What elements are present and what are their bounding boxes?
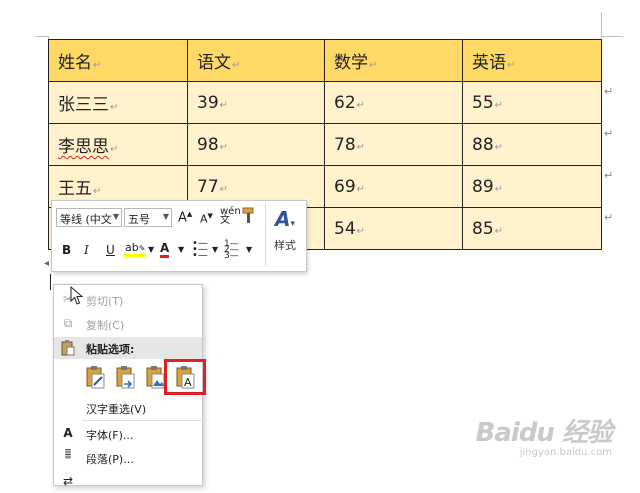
table-header-row: 姓名↵ 语文↵ 数学↵ 英语↵ <box>48 39 602 82</box>
phonetic-guide-icon[interactable]: wén 文 <box>220 207 241 226</box>
bullets-icon[interactable]: •— •— •— <box>192 239 208 261</box>
menu-item-copy[interactable]: ⧉ 复制(C) <box>54 313 202 335</box>
watermark: Baidu 经验 jingyan.baidu.com <box>475 412 613 458</box>
underline-button[interactable]: U <box>106 243 115 257</box>
paste-options-header: 粘贴选项: <box>54 337 202 359</box>
paragraph-mark: ◂ <box>44 258 50 269</box>
text-caret <box>50 274 51 290</box>
table-cell[interactable]: 张三三↵ <box>48 81 188 124</box>
chevron-down-icon: ▼ <box>112 212 119 221</box>
margin-guide <box>36 36 48 37</box>
menu-item-paragraph[interactable]: ≡ ≡ 段落(P)... <box>54 447 202 469</box>
header-cell[interactable]: 数学↵ <box>324 39 463 82</box>
table-cell[interactable]: 55↵ <box>462 81 602 124</box>
font-name-select[interactable]: 等线 (中文 ▼ <box>56 208 122 227</box>
mouse-pointer-icon <box>70 286 84 305</box>
end-of-row-mark: ↵ <box>604 85 614 98</box>
highlight-color-icon[interactable]: ab✎ <box>124 241 147 257</box>
table-cell[interactable]: 88↵ <box>462 123 602 166</box>
table-cell[interactable]: 李思思↵ <box>48 123 188 166</box>
numbering-icon[interactable]: 1— 2— 3— <box>224 240 239 261</box>
paste-keep-source-formatting-icon[interactable] <box>84 365 108 391</box>
table-row: 李思思↵ 98↵ 78↵ 88↵ <box>48 123 602 166</box>
chevron-down-icon[interactable]: ▼ <box>212 245 218 254</box>
table-cell[interactable]: 62↵ <box>324 81 463 124</box>
header-cell[interactable]: 语文↵ <box>187 39 325 82</box>
format-painter-icon[interactable] <box>242 207 258 228</box>
menu-item-reconvert[interactable]: 汉字重选(V) <box>54 397 202 419</box>
font-size-select[interactable]: 五号 ▼ <box>124 208 172 227</box>
header-cell[interactable]: 姓名↵ <box>48 39 188 82</box>
baidu-logo: Baidu 经验 <box>475 418 613 448</box>
table-cell[interactable]: 78↵ <box>324 123 463 166</box>
end-of-row-mark: ↵ <box>604 169 614 182</box>
mini-toolbar: 等线 (中文 ▼ 五号 ▼ A▲ A▼ wén 文 B I U ab✎ ▼ A ▼ •… <box>51 200 307 272</box>
highlight-box <box>164 359 206 395</box>
table-cell[interactable]: 89↵ <box>462 165 602 208</box>
font-icon: A <box>63 426 73 440</box>
styles-button[interactable]: A▾ 样式 <box>265 203 304 267</box>
table-cell[interactable]: 98↵ <box>187 123 325 166</box>
paste-merge-formatting-icon[interactable] <box>114 365 138 391</box>
margin-guide <box>601 12 602 36</box>
table-cell[interactable]: 69↵ <box>324 165 463 208</box>
text-direction-icon: ⇄ <box>62 474 74 488</box>
grow-font-icon[interactable]: A▲ <box>178 210 192 225</box>
table-cell[interactable]: 39↵ <box>187 81 325 124</box>
bold-button[interactable]: B <box>62 243 71 257</box>
chevron-down-icon[interactable]: ▼ <box>178 245 184 254</box>
table-cell[interactable]: 54↵ <box>324 207 463 250</box>
end-of-row-mark: ↵ <box>604 211 614 224</box>
copy-icon: ⧉ <box>63 316 73 330</box>
styles-label: 样式 <box>274 239 296 252</box>
menu-item-partial[interactable]: ⇄ <box>54 471 202 493</box>
paragraph-icon: ≡ ≡ <box>64 447 72 462</box>
shrink-font-icon[interactable]: A▼ <box>200 212 213 226</box>
context-menu: ✂ 剪切(T) ⧉ 复制(C) 粘贴选项: A 汉字重选(V) A 字体(F).… <box>53 284 206 488</box>
italic-button[interactable]: I <box>84 243 89 257</box>
table-row: 张三三↵ 39↵ 62↵ 55↵ <box>48 81 602 124</box>
menu-item-font[interactable]: A 字体(F)... <box>54 423 202 445</box>
styles-icon: A▾ <box>274 207 295 231</box>
font-color-button[interactable]: A <box>160 241 170 258</box>
end-of-row-mark: ↵ <box>604 127 614 140</box>
clipboard-icon <box>60 340 76 356</box>
header-cell[interactable]: 英语↵ <box>462 39 602 82</box>
chevron-down-icon: ▼ <box>162 212 169 221</box>
chevron-down-icon[interactable]: ▼ <box>148 245 154 254</box>
table-cell[interactable]: 85↵ <box>462 207 602 250</box>
chevron-down-icon[interactable]: ▼ <box>246 245 252 254</box>
menu-divider <box>82 420 202 421</box>
margin-guide <box>601 36 623 37</box>
